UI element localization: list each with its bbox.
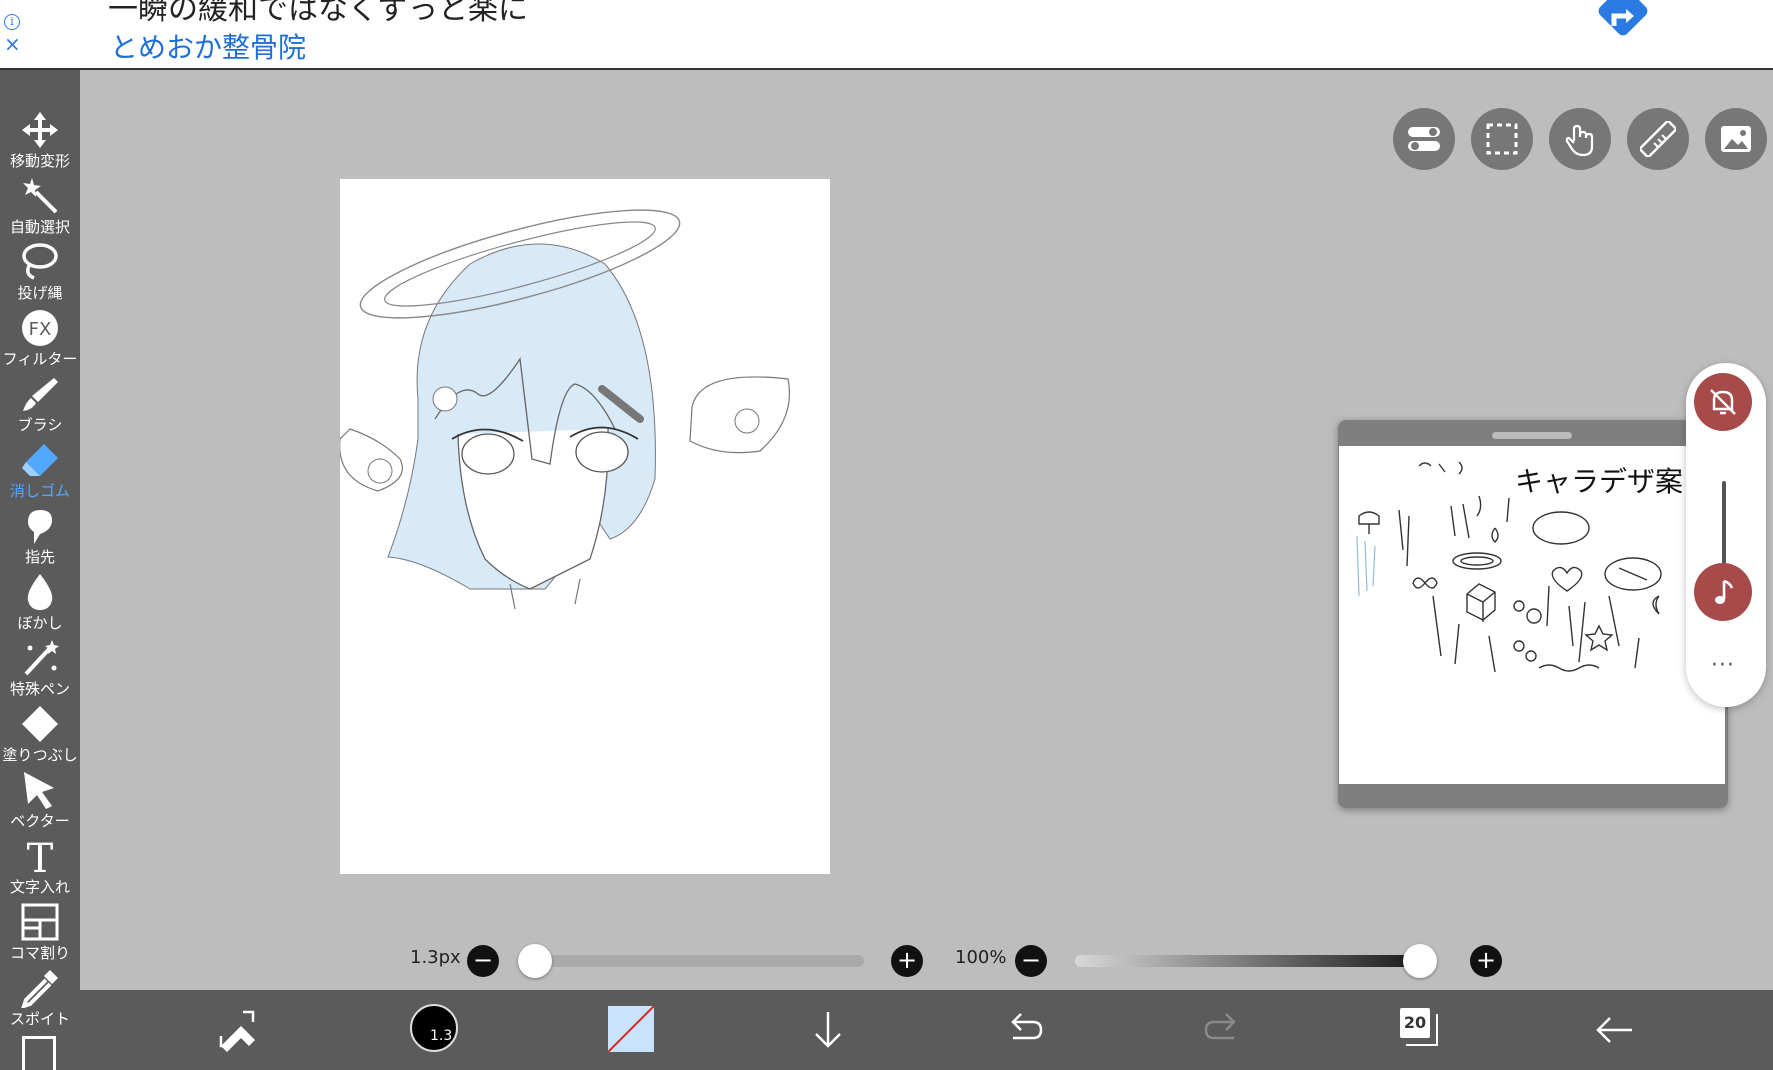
drag-handle[interactable] bbox=[1492, 432, 1572, 439]
tool-label: ベクター bbox=[10, 812, 70, 830]
mute-button[interactable] bbox=[1694, 373, 1752, 431]
bottom-toolbar bbox=[80, 990, 1773, 1070]
selection-icon bbox=[1486, 123, 1518, 155]
tool-eyedropper[interactable]: スポイト bbox=[0, 964, 80, 1030]
brush-size-minus-button[interactable]: − bbox=[467, 945, 499, 977]
ruler-button[interactable] bbox=[1627, 108, 1689, 170]
tool-label: ぼかし bbox=[17, 614, 63, 632]
fx-icon: FX bbox=[22, 310, 58, 346]
reference-sketch bbox=[1356, 461, 1662, 673]
ad-advertiser[interactable]: とめおか整骨院 bbox=[110, 26, 306, 66]
brush-size-plus-button[interactable]: + bbox=[891, 945, 923, 977]
tool-auto-select[interactable]: 自動選択 bbox=[0, 172, 80, 238]
eraser-icon bbox=[22, 444, 58, 476]
more-options-icon[interactable]: ··· bbox=[1686, 653, 1760, 678]
tool-eraser[interactable]: 消しゴム bbox=[0, 436, 80, 502]
hand-icon bbox=[1565, 124, 1594, 157]
ad-banner[interactable]: i × 一瞬の緩和ではなくずっと楽に とめおか整骨院 bbox=[0, 0, 1773, 70]
finger-smudge-icon bbox=[28, 510, 52, 544]
undo-icon[interactable] bbox=[1001, 1006, 1049, 1054]
redo-icon bbox=[1204, 1013, 1236, 1040]
color-swatch-icon bbox=[608, 1006, 654, 1052]
tool-label: 自動選択 bbox=[9, 218, 70, 236]
tool-lasso[interactable]: 投げ縄 bbox=[0, 238, 80, 304]
tool-finger[interactable]: 指先 bbox=[0, 502, 80, 568]
color-swatch[interactable] bbox=[608, 1006, 654, 1052]
tool-vector[interactable]: ベクター bbox=[0, 766, 80, 832]
download-arrow-icon[interactable] bbox=[804, 1006, 852, 1054]
layer-count: 20 bbox=[1400, 1008, 1430, 1038]
tool-label: コマ割り bbox=[9, 944, 70, 962]
tool-label: ブラシ bbox=[17, 416, 63, 434]
tool-fill[interactable]: 塗りつぶし bbox=[0, 700, 80, 766]
drawing-canvas[interactable] bbox=[339, 179, 830, 874]
ad-headline[interactable]: 一瞬の緩和ではなくずっと楽に bbox=[108, 0, 528, 28]
blur-drop-icon bbox=[27, 574, 53, 610]
tool-label: 文字入れ bbox=[9, 878, 70, 896]
selection-button[interactable] bbox=[1471, 108, 1533, 170]
toggle-button[interactable] bbox=[1393, 108, 1455, 170]
svg-text:T: T bbox=[27, 836, 54, 876]
tool-frame-divide[interactable]: コマ割り bbox=[0, 898, 80, 964]
tool-label: 投げ縄 bbox=[17, 284, 63, 302]
hand-button[interactable] bbox=[1549, 108, 1611, 170]
eyedropper-icon bbox=[21, 970, 58, 1008]
move-icon bbox=[22, 112, 58, 148]
image-button[interactable] bbox=[1705, 108, 1767, 170]
tool-label: 指先 bbox=[24, 548, 55, 566]
tool-label: 消しゴム bbox=[9, 482, 70, 500]
tool-brush[interactable]: ブラシ bbox=[0, 370, 80, 436]
tool-label: スポイト bbox=[9, 1010, 70, 1028]
brush-size-badge: 1.3 bbox=[430, 1028, 453, 1044]
opacity-value: 100% bbox=[955, 947, 1007, 968]
sketch-drawing bbox=[339, 209, 791, 610]
layers-button[interactable]: 20 bbox=[1400, 1008, 1440, 1048]
brush-size-knob[interactable] bbox=[518, 944, 552, 978]
brush-size-slider[interactable] bbox=[520, 955, 864, 967]
opacity-plus-button[interactable]: + bbox=[1470, 945, 1502, 977]
recording-overlay: ··· bbox=[1686, 363, 1766, 707]
tool-special-pen[interactable]: 特殊ペン bbox=[0, 634, 80, 700]
brush-size-value: 1.3px bbox=[410, 947, 461, 968]
tool-filter[interactable]: FX フィルター bbox=[0, 304, 80, 370]
tool-label: 移動変形 bbox=[9, 152, 70, 170]
ruler-icon bbox=[1640, 121, 1676, 157]
tool-move[interactable]: 移動変形 bbox=[0, 106, 80, 172]
turn-right-arrow-icon[interactable] bbox=[1592, 0, 1652, 50]
reference-image: キャラデザ案 bbox=[1339, 446, 1725, 784]
image-icon bbox=[1721, 126, 1751, 152]
opacity-knob[interactable] bbox=[1403, 944, 1437, 978]
text-icon: T bbox=[27, 836, 54, 876]
reference-window[interactable]: キャラデザ案 bbox=[1338, 420, 1728, 808]
fill-bucket-icon bbox=[22, 706, 58, 742]
frame-divide-icon bbox=[21, 903, 59, 941]
lasso-icon bbox=[22, 243, 58, 280]
brush-size-indicator[interactable]: 1.3 bbox=[410, 1004, 458, 1052]
close-icon[interactable]: × bbox=[4, 34, 21, 54]
tool-label: 特殊ペン bbox=[9, 680, 70, 698]
tool-label: 塗りつぶし bbox=[2, 746, 78, 764]
tool-label: フィルター bbox=[2, 350, 78, 368]
tool-swap-icon[interactable] bbox=[213, 1006, 261, 1054]
toggle-icon bbox=[1408, 127, 1440, 151]
bell-off-icon bbox=[1710, 389, 1736, 415]
opacity-minus-button[interactable]: − bbox=[1015, 945, 1047, 977]
tool-sidebar: 移動変形 自動選択 投げ縄 FX フィルター ブラシ 消しゴム 指先 ぼかし 特… bbox=[0, 70, 80, 1070]
tool-blur[interactable]: ぼかし bbox=[0, 568, 80, 634]
music-note-icon bbox=[1715, 579, 1734, 604]
magic-wand-icon bbox=[23, 178, 58, 214]
back-arrow-icon[interactable] bbox=[1590, 1006, 1638, 1054]
tool-text[interactable]: T 文字入れ bbox=[0, 832, 80, 898]
special-pen-icon bbox=[24, 640, 59, 676]
vector-cursor-icon bbox=[24, 772, 54, 809]
music-button[interactable] bbox=[1694, 563, 1752, 621]
brush-icon bbox=[23, 378, 58, 411]
info-icon[interactable]: i bbox=[4, 14, 20, 30]
svg-text:FX: FX bbox=[29, 319, 52, 340]
next-tool-icon[interactable] bbox=[22, 1036, 56, 1070]
opacity-slider[interactable] bbox=[1075, 955, 1435, 967]
